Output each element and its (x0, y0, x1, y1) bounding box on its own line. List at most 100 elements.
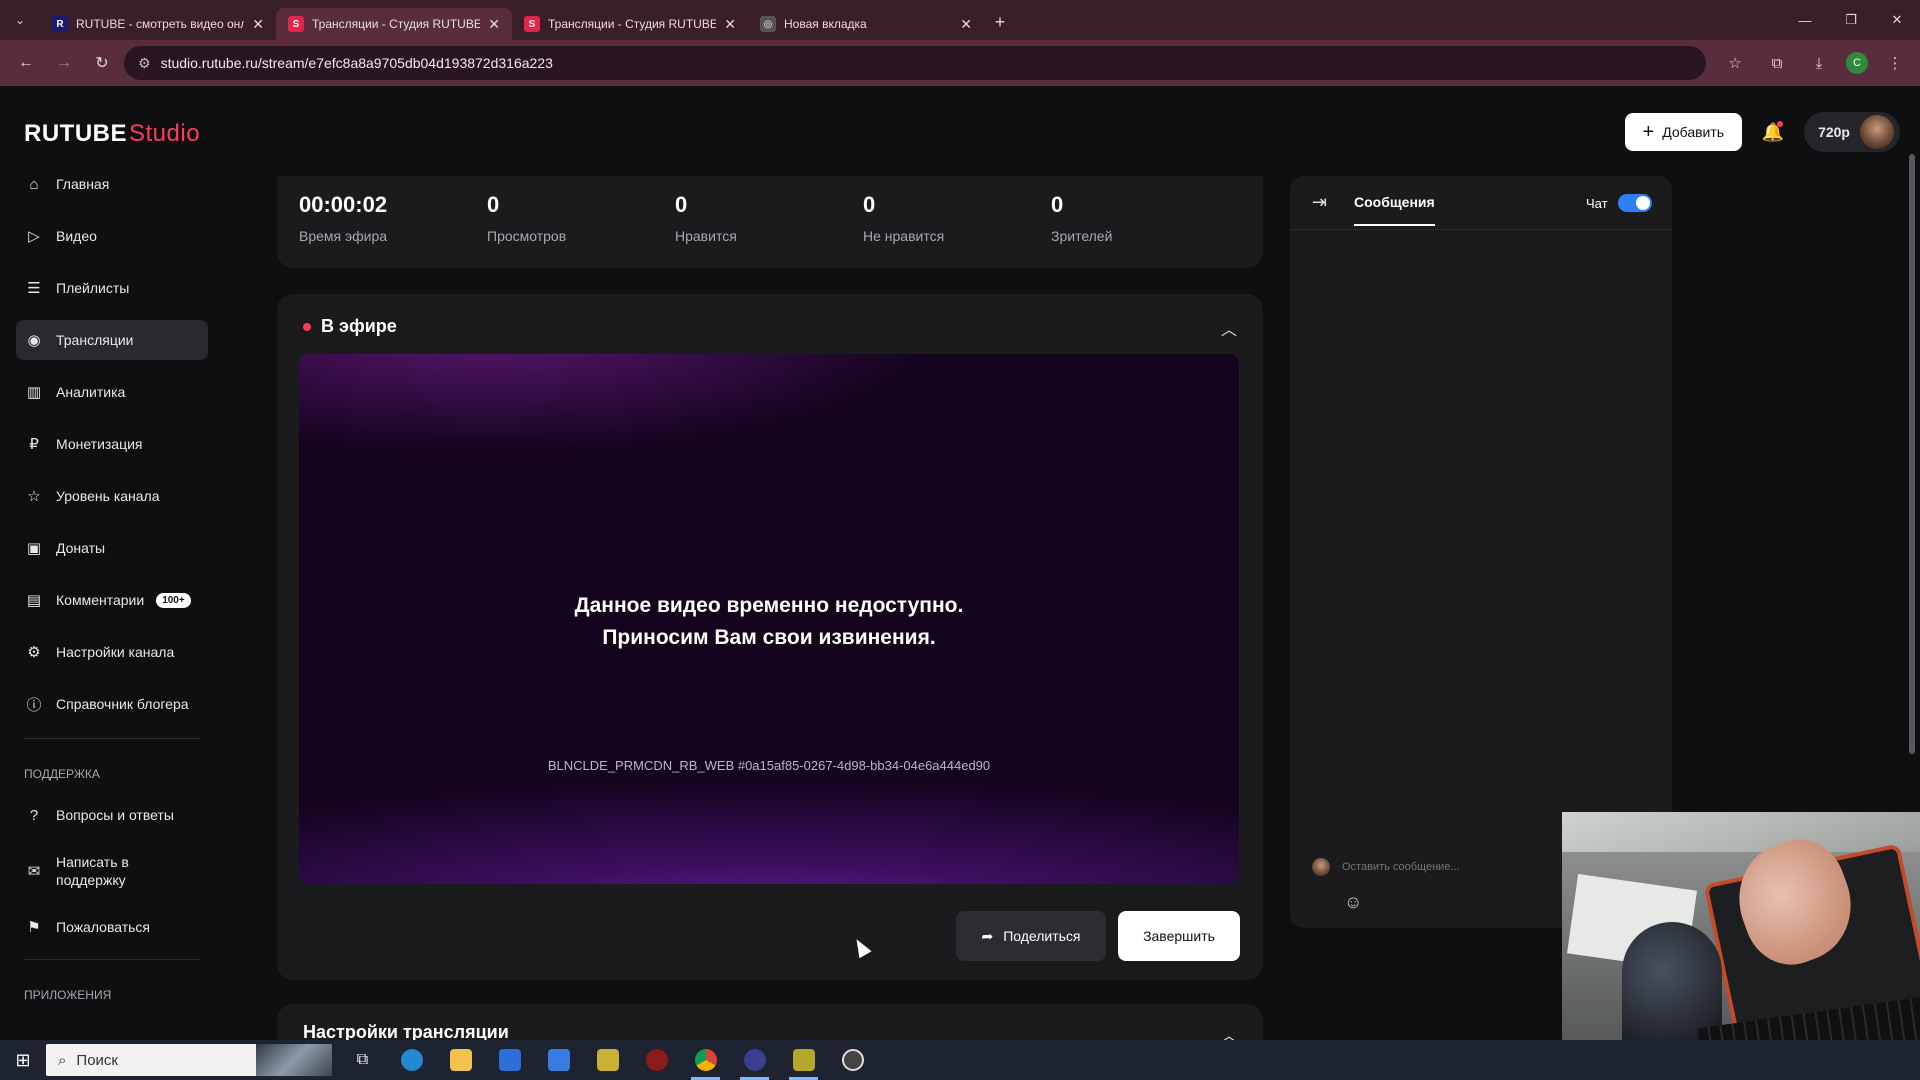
mail-app-icon[interactable] (534, 1040, 583, 1080)
close-tab-icon[interactable]: ✕ (724, 16, 736, 33)
sidebar-item[interactable]: ? Вопросы и ответы (16, 795, 208, 835)
chrome-icon[interactable] (681, 1040, 730, 1080)
task-view-icon[interactable]: ⧉ (338, 1040, 387, 1080)
header-actions: + Добавить 🔔 720p (1624, 112, 1900, 152)
restore-button[interactable]: ❐ (1828, 0, 1874, 40)
info-icon: ⓘ (26, 696, 42, 714)
url-text: studio.rutube.ru/stream/e7efc8a8a9705db0… (160, 55, 553, 71)
tabs: R RUTUBE - смотреть видео онл ✕ S Трансляции… (40, 0, 984, 40)
home-icon: ⌂ (29, 175, 39, 193)
browser-menu-icon[interactable]: ⋮ (1880, 48, 1910, 78)
chat-toggle-label: Чат (1586, 196, 1608, 211)
close-tab-icon[interactable]: ✕ (960, 16, 972, 33)
app-yellow-icon[interactable] (779, 1040, 828, 1080)
search-icon: ⌕ (58, 1051, 67, 1069)
forward-button[interactable]: → (48, 47, 80, 79)
store-icon[interactable] (485, 1040, 534, 1080)
app-icon[interactable] (583, 1040, 632, 1080)
chevron-up-icon[interactable]: ︿ (1221, 316, 1237, 340)
apps-heading: ПРИЛОЖЕНИЯ (24, 988, 112, 1002)
recorder-icon[interactable] (828, 1040, 877, 1080)
stat-airtime: 00:00:02 Время эфира (299, 192, 388, 244)
scroll-thumb[interactable] (1909, 154, 1915, 754)
sidebar-item[interactable]: ☰ Плейлисты (16, 268, 208, 308)
tab-search-button[interactable]: ⌄ (0, 0, 40, 40)
sidebar-item-label: Комментарии (56, 592, 145, 608)
close-tab-icon[interactable]: ✕ (488, 16, 500, 33)
sidebar-item[interactable]: ₽ Монетизация (16, 424, 208, 464)
avatar (1312, 858, 1330, 876)
gear-icon: ⚙ (27, 644, 41, 661)
sidebar-item-label: Монетизация (56, 436, 143, 452)
download-icon[interactable]: ⤓ (1804, 48, 1834, 78)
tab-title: Новая вкладка (784, 17, 867, 31)
stat-likes: 0 Нравится (675, 192, 737, 244)
chat-toggle[interactable] (1618, 194, 1652, 212)
profile-avatar[interactable]: C (1846, 52, 1868, 74)
sidebar-item[interactable]: ⌂ Главная (16, 164, 208, 204)
sidebar-item-label: Написать в поддержку (56, 854, 129, 888)
stat-viewers: 0 Зрителей (1051, 192, 1113, 244)
address-bar[interactable]: ⚙ studio.rutube.ru/stream/e7efc8a8a9705d… (124, 46, 1706, 80)
site-info-icon[interactable]: ⚙ (138, 55, 151, 72)
sidebar-item[interactable]: ⚙ Настройки канала (16, 632, 208, 672)
toggle-knob (1636, 196, 1650, 210)
browser-tab[interactable]: R RUTUBE - смотреть видео онл ✕ (40, 8, 276, 40)
sidebar-item[interactable]: ⓘ Справочник блогера (16, 684, 208, 724)
share-button[interactable]: ➦ Поделиться (956, 911, 1106, 961)
file-explorer-icon[interactable] (436, 1040, 485, 1080)
ruble-icon: ₽ (29, 436, 39, 453)
sidebar-item[interactable]: ✉ Написать в поддержку (16, 847, 208, 895)
windows-start-icon[interactable]: ⊞ (0, 1040, 46, 1080)
live-indicator-icon (303, 322, 311, 331)
minimize-button[interactable]: — (1782, 0, 1828, 40)
tab-favicon-icon: R (52, 16, 68, 32)
sidebar-item-label: Трансляции (56, 332, 134, 348)
avatar (1860, 115, 1894, 149)
emoji-icon[interactable]: ☺ (1344, 892, 1362, 913)
collapse-chat-icon[interactable]: ⇥ (1312, 192, 1327, 213)
sidebar-item[interactable]: ▤ Комментарии 100+ (16, 580, 208, 620)
bookmark-star-icon[interactable]: ☆ (1720, 48, 1750, 78)
user-menu[interactable]: 720p (1804, 112, 1900, 152)
browser-toolbar: ← → ↻ ⚙ studio.rutube.ru/stream/e7efc8a8… (0, 40, 1920, 86)
obs-icon[interactable] (730, 1040, 779, 1080)
taskbar-search[interactable]: ⌕ Поиск (46, 1044, 332, 1076)
browser-tab[interactable]: ◎ Новая вкладка ✕ (748, 8, 984, 40)
sidebar-item[interactable]: ▷ Видео (16, 216, 208, 256)
close-tab-icon[interactable]: ✕ (252, 16, 264, 33)
tab-favicon-icon: S (524, 16, 540, 32)
star-icon: ☆ (27, 488, 41, 505)
tab-messages[interactable]: Сообщения (1354, 194, 1435, 226)
reload-button[interactable]: ↻ (86, 47, 118, 79)
sidebar-item-label: Главная (56, 176, 110, 192)
sidebar-item[interactable]: ▥ Аналитика (16, 372, 208, 412)
tab-title: RUTUBE - смотреть видео онл (76, 17, 245, 31)
video-player[interactable]: Данное видео временно недоступно. Принос… (299, 354, 1239, 884)
stat-views: 0 Просмотров (487, 192, 567, 244)
finish-stream-button[interactable]: Завершить (1118, 911, 1240, 961)
close-window-button[interactable]: ✕ (1874, 0, 1920, 40)
back-button[interactable]: ← (10, 47, 42, 79)
quality-label: 720p (1818, 124, 1850, 140)
extensions-icon[interactable]: ⧉ (1762, 48, 1792, 78)
browser-tab[interactable]: S Трансляции - Студия RUTUBE ✕ (276, 8, 512, 40)
app-red-icon[interactable] (632, 1040, 681, 1080)
sidebar-item-label: Настройки канала (56, 644, 175, 660)
new-tab-button[interactable]: + (984, 6, 1016, 38)
live-card: В эфире ︿ Данное видео временно недоступ… (277, 294, 1263, 980)
sidebar-item[interactable]: ▣ Донаты (16, 528, 208, 568)
add-button[interactable]: + Добавить (1624, 113, 1743, 151)
browser-tab[interactable]: S Трансляции - Студия RUTUBE ✕ (512, 8, 748, 40)
share-icon: ➦ (981, 927, 994, 944)
sidebar-item[interactable]: ⚑ Пожаловаться (16, 907, 208, 947)
rutube-studio-logo[interactable]: RUTUBE Studio (24, 120, 200, 148)
sidebar-item-label: Донаты (56, 540, 106, 556)
notifications-bell-icon[interactable]: 🔔 (1756, 115, 1790, 149)
edge-browser-icon[interactable] (387, 1040, 436, 1080)
sidebar-item[interactable]: ◉ Трансляции (16, 320, 208, 360)
sidebar-item-label: Аналитика (56, 384, 126, 400)
sidebar-item[interactable]: ☆ Уровень канала (16, 476, 208, 516)
sidebar-item-label: Уровень канала (56, 488, 160, 504)
browser-tab-bar: ⌄ R RUTUBE - смотреть видео онл ✕ S Трансляц… (0, 0, 1920, 40)
